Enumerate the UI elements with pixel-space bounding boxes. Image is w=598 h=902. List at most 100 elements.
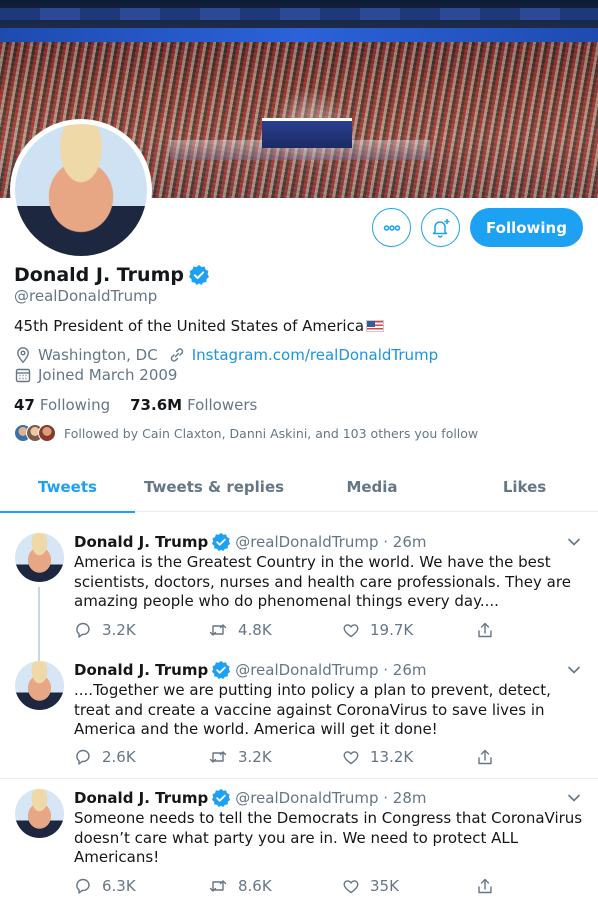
retweet-icon bbox=[209, 880, 227, 892]
retweet-button[interactable]: 4.8K bbox=[208, 621, 342, 639]
tweet-avatar[interactable] bbox=[15, 533, 64, 582]
reply-count: 3.2K bbox=[102, 621, 136, 639]
tweet-actions: 3.2K 4.8K 19.7K bbox=[74, 621, 504, 639]
profile-avatar[interactable] bbox=[10, 119, 152, 261]
tweet-actions: 6.3K 8.6K 35K bbox=[74, 877, 504, 895]
location-pin-icon bbox=[17, 347, 29, 364]
tweet-item[interactable]: Donald J. Trump @realDonaldTrump · 28m S… bbox=[0, 779, 598, 902]
profile-handle: @realDonaldTrump bbox=[14, 287, 158, 305]
retweet-button[interactable]: 8.6K bbox=[208, 877, 342, 895]
share-icon bbox=[478, 878, 492, 894]
profile-name-text: Donald J. Trump bbox=[14, 264, 184, 286]
following-count-link[interactable]: 47 Following bbox=[14, 396, 110, 414]
tab-media[interactable]: Media bbox=[293, 462, 451, 512]
avatar-photo bbox=[15, 124, 147, 256]
profile-bio: 45th President of the United States of A… bbox=[14, 317, 385, 335]
tweet-handle-time[interactable]: @realDonaldTrump · 26m bbox=[235, 533, 426, 551]
location-text: Washington, DC bbox=[38, 346, 158, 364]
tweet-author-name[interactable]: Donald J. Trump bbox=[74, 789, 208, 807]
follow-counts: 47 Following 73.6M Followers bbox=[14, 396, 277, 414]
more-icon bbox=[383, 224, 400, 231]
tweet-avatar[interactable] bbox=[15, 661, 64, 710]
tweet-handle-time[interactable]: @realDonaldTrump · 26m bbox=[235, 661, 426, 679]
followers-count-link[interactable]: 73.6M Followers bbox=[130, 396, 257, 414]
chevron-down-icon[interactable] bbox=[567, 663, 581, 677]
link-icon bbox=[170, 348, 183, 362]
reply-button[interactable]: 6.3K bbox=[74, 877, 208, 895]
followed-by-text: Followed by Cain Claxton, Danni Askini, … bbox=[64, 425, 479, 441]
reply-icon bbox=[76, 749, 90, 765]
chevron-down-icon[interactable] bbox=[567, 791, 581, 805]
website-text[interactable]: Instagram.com/realDonaldTrump bbox=[192, 346, 438, 364]
reply-count: 6.3K bbox=[102, 877, 136, 895]
heart-icon bbox=[343, 751, 359, 765]
reply-button[interactable]: 3.2K bbox=[74, 621, 208, 639]
share-button[interactable] bbox=[476, 748, 504, 766]
share-button[interactable] bbox=[476, 877, 504, 895]
following-label: Following bbox=[39, 396, 111, 414]
share-icon bbox=[478, 622, 492, 638]
reply-count: 2.6K bbox=[102, 748, 136, 766]
tab-tweets-and-replies[interactable]: Tweets & replies bbox=[135, 462, 293, 512]
heart-icon bbox=[343, 624, 359, 638]
verified-badge-icon bbox=[212, 788, 231, 808]
followed-by-row[interactable]: Followed by Cain Claxton, Danni Askini, … bbox=[14, 424, 478, 442]
like-count: 35K bbox=[370, 877, 399, 895]
tweet-actions: 2.6K 3.2K 13.2K bbox=[74, 748, 504, 766]
retweet-icon bbox=[209, 624, 227, 636]
mutual-avatar bbox=[38, 424, 56, 442]
followers-label: Followers bbox=[187, 396, 258, 414]
share-button[interactable] bbox=[476, 621, 504, 639]
like-count: 19.7K bbox=[370, 621, 414, 639]
retweet-button[interactable]: 3.2K bbox=[208, 748, 342, 766]
profile-tabs: Tweets Tweets & replies Media Likes bbox=[0, 462, 598, 513]
reply-button[interactable]: 2.6K bbox=[74, 748, 208, 766]
tweet-text: America is the Greatest Country in the w… bbox=[74, 553, 571, 610]
bio-text: 45th President of the United States of A… bbox=[14, 317, 365, 335]
retweet-count: 4.8K bbox=[238, 621, 272, 639]
tweet-text: ....Together we are putting into policy … bbox=[74, 681, 551, 738]
website-link[interactable]: Instagram.com/realDonaldTrump bbox=[168, 346, 438, 364]
following-button[interactable]: Following bbox=[470, 208, 583, 247]
chevron-down-icon[interactable] bbox=[567, 535, 581, 549]
following-count: 47 bbox=[14, 396, 35, 414]
tweet-header: Donald J. Trump @realDonaldTrump · 26m bbox=[74, 660, 427, 680]
tab-likes[interactable]: Likes bbox=[451, 462, 598, 512]
verified-badge-icon bbox=[212, 660, 231, 680]
stage bbox=[262, 118, 352, 148]
tweet-item[interactable]: Donald J. Trump @realDonaldTrump · 26m .… bbox=[0, 641, 598, 779]
location-row: Washington, DC Instagram.com/realDonaldT… bbox=[14, 346, 438, 364]
reply-icon bbox=[76, 878, 90, 894]
notifications-button[interactable] bbox=[421, 208, 460, 247]
tweet-author-name[interactable]: Donald J. Trump bbox=[74, 661, 208, 679]
arena-ring-led bbox=[0, 28, 598, 42]
tweet-handle-time[interactable]: @realDonaldTrump · 28m bbox=[235, 789, 426, 807]
followers-count: 73.6M bbox=[130, 396, 183, 414]
tweet-header: Donald J. Trump @realDonaldTrump · 28m bbox=[74, 788, 427, 808]
like-button[interactable]: 19.7K bbox=[342, 621, 476, 639]
like-button[interactable]: 35K bbox=[342, 877, 476, 895]
profile-name: Donald J. Trump bbox=[14, 264, 210, 286]
like-button[interactable]: 13.2K bbox=[342, 748, 476, 766]
joined-text: Joined March 2009 bbox=[38, 366, 178, 384]
tab-tweets[interactable]: Tweets bbox=[0, 462, 135, 513]
tweet-header: Donald J. Trump @realDonaldTrump · 26m bbox=[74, 532, 427, 552]
tweet-item[interactable]: Donald J. Trump @realDonaldTrump · 26m A… bbox=[0, 513, 598, 667]
heart-icon bbox=[343, 880, 359, 894]
arena-upper-ring bbox=[0, 8, 598, 20]
share-icon bbox=[478, 749, 492, 765]
verified-badge-icon bbox=[212, 532, 231, 552]
more-options-button[interactable] bbox=[372, 208, 411, 247]
mutual-avatars bbox=[14, 424, 56, 442]
tweet-author-name[interactable]: Donald J. Trump bbox=[74, 533, 208, 551]
tweet-text: Someone needs to tell the Democrats in C… bbox=[74, 809, 583, 866]
tweet-avatar[interactable] bbox=[15, 789, 64, 838]
bell-plus-icon bbox=[432, 218, 449, 238]
reply-icon bbox=[76, 622, 90, 638]
calendar-icon bbox=[15, 368, 31, 383]
us-flag-icon bbox=[366, 320, 385, 332]
retweet-count: 3.2K bbox=[238, 748, 272, 766]
verified-badge-icon bbox=[188, 264, 210, 286]
retweet-icon bbox=[209, 751, 227, 763]
joined-row: Joined March 2009 bbox=[14, 366, 177, 384]
